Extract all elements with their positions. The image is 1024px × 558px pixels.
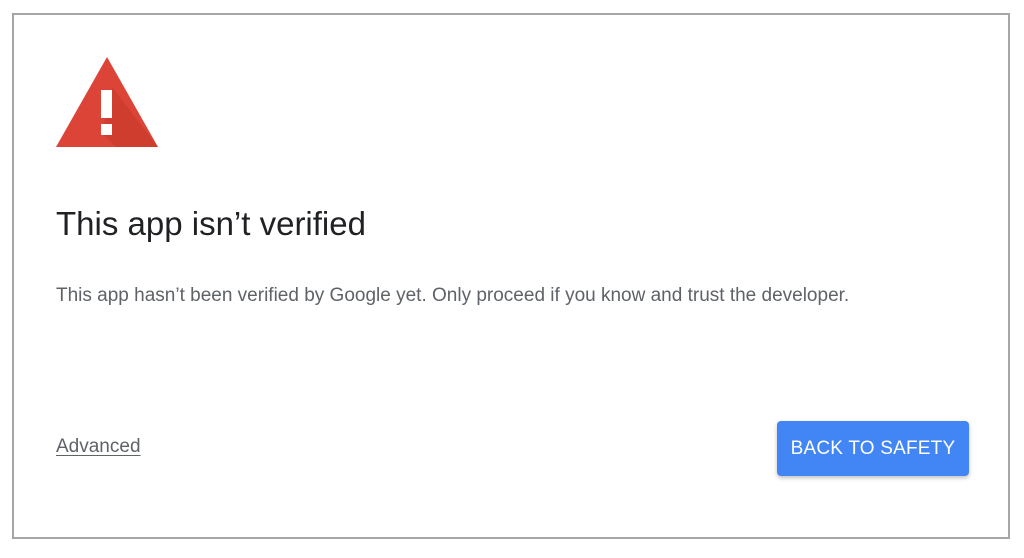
advanced-link[interactable]: Advanced [56,436,141,458]
dialog-title: This app isn’t verified [56,205,366,242]
unverified-app-dialog: This app isn’t verified This app hasn’t … [12,13,1010,539]
dialog-message: This app hasn’t been verified by Google … [56,285,850,306]
warning-triangle-icon [56,57,158,147]
back-to-safety-button[interactable]: BACK TO SAFETY [777,421,969,476]
